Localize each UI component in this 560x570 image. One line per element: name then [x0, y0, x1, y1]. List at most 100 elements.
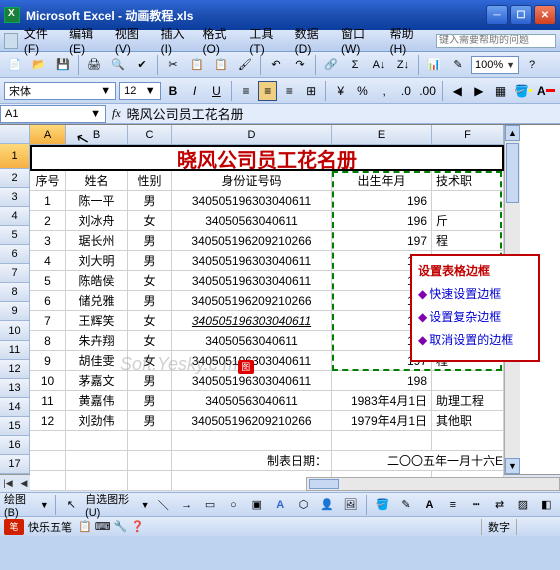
increase-indent-button[interactable]: ▶ — [470, 81, 489, 101]
row-header-1[interactable]: 1 — [0, 144, 30, 169]
col-header-b[interactable]: B — [66, 125, 128, 145]
italic-button[interactable]: I — [185, 81, 204, 101]
cell-seq[interactable]: 7 — [30, 311, 66, 331]
menu-tools[interactable]: 工具(T) — [249, 25, 282, 56]
font-color-button[interactable]: A — [536, 81, 556, 101]
title-cell[interactable]: 晓风公司员工花名册 — [30, 145, 504, 171]
cell-seq[interactable]: 8 — [30, 331, 66, 351]
header-title[interactable]: 技术职 — [432, 171, 504, 191]
close-button[interactable]: ✕ — [534, 5, 556, 25]
tooltip-item[interactable]: ◆快速设置边框 — [418, 285, 532, 302]
borders-button[interactable]: ▦ — [491, 81, 510, 101]
col-header-c[interactable]: C — [128, 125, 172, 145]
sort-asc-button[interactable]: A↓ — [368, 54, 390, 76]
cell-id[interactable]: 340505196303040611 — [172, 351, 332, 371]
cell-id[interactable]: 340505196303040611 — [172, 311, 332, 331]
footer-date[interactable]: 二〇〇五年一月十六E — [332, 451, 504, 471]
menu-format[interactable]: 格式(O) — [203, 25, 238, 56]
cell[interactable] — [128, 451, 172, 471]
cell-seq[interactable]: 11 — [30, 391, 66, 411]
cell-title[interactable]: 助理工程 — [432, 391, 504, 411]
cell[interactable] — [128, 431, 172, 451]
drawing-button[interactable]: ✎ — [447, 54, 469, 76]
shadow-button[interactable]: ▨ — [513, 494, 532, 516]
help-search-input[interactable] — [436, 34, 556, 48]
scroll-thumb[interactable] — [506, 143, 519, 203]
cell[interactable] — [128, 471, 172, 491]
col-header-d[interactable]: D — [172, 125, 332, 145]
cell-name[interactable]: 储兑雅 — [66, 291, 128, 311]
cell-seq[interactable]: 10 — [30, 371, 66, 391]
fx-icon[interactable]: fx — [112, 106, 121, 121]
cell-sex[interactable]: 男 — [128, 371, 172, 391]
cell-sex[interactable]: 男 — [128, 231, 172, 251]
cell-title[interactable] — [432, 371, 504, 391]
line-color-button[interactable]: ✎ — [396, 494, 415, 516]
row-header-17[interactable]: 17 — [0, 455, 30, 474]
row-header-7[interactable]: 7 — [0, 264, 30, 283]
tooltip-item[interactable]: ◆设置复杂边框 — [418, 308, 532, 325]
header-sex[interactable]: 性别 — [128, 171, 172, 191]
cut-button[interactable]: ✂ — [162, 54, 184, 76]
cell-sex[interactable]: 男 — [128, 191, 172, 211]
diagram-button[interactable]: ⬡ — [294, 494, 313, 516]
arrow-button[interactable]: → — [177, 494, 196, 516]
cell[interactable] — [172, 431, 332, 451]
cell-sex[interactable]: 男 — [128, 411, 172, 431]
row-header-2[interactable]: 2 — [0, 169, 30, 188]
merge-center-button[interactable]: ⊞ — [302, 81, 321, 101]
cell-seq[interactable]: 4 — [30, 251, 66, 271]
cell-sex[interactable]: 男 — [128, 291, 172, 311]
chart-button[interactable]: 📊 — [423, 54, 445, 76]
zoom-dropdown[interactable]: 100%▼ — [471, 56, 519, 74]
header-dob[interactable]: 出生年月 — [332, 171, 432, 191]
col-header-f[interactable]: F — [432, 125, 504, 145]
menu-help[interactable]: 帮助(H) — [390, 25, 424, 56]
row-header-5[interactable]: 5 — [0, 226, 30, 245]
cell-name[interactable]: 刘大明 — [66, 251, 128, 271]
cell-title[interactable]: 程 — [432, 231, 504, 251]
decrease-indent-button[interactable]: ◀ — [448, 81, 467, 101]
footer-label[interactable]: 制表日期： — [172, 451, 332, 471]
col-header-a[interactable]: A — [30, 125, 66, 145]
row-header-10[interactable]: 10 — [0, 321, 30, 340]
cell[interactable] — [432, 431, 504, 451]
cell-sex[interactable]: 男 — [128, 251, 172, 271]
menu-file[interactable]: 文件(F) — [24, 25, 57, 56]
clipart-button[interactable]: 👤 — [317, 494, 336, 516]
cell-id[interactable]: 34050563040611 — [172, 391, 332, 411]
scroll-up-button[interactable]: ▲ — [505, 125, 520, 141]
cell-id[interactable]: 340505196209210266 — [172, 291, 332, 311]
menu-window[interactable]: 窗口(W) — [341, 25, 378, 56]
font-name-dropdown[interactable]: 宋体▼ — [4, 82, 116, 100]
open-button[interactable]: 📂 — [28, 54, 50, 76]
cell-name[interactable]: 琚长州 — [66, 231, 128, 251]
cell-dob[interactable]: 1983年4月1日 — [332, 391, 432, 411]
autoshapes-menu[interactable]: 自选图形(U) — [85, 491, 137, 519]
cell-name[interactable]: 刘劲伟 — [66, 411, 128, 431]
cell-name[interactable]: 陈皓侯 — [66, 271, 128, 291]
dash-style-button[interactable]: ┅ — [467, 494, 486, 516]
sort-desc-button[interactable]: Z↓ — [392, 54, 414, 76]
fill-color-button[interactable]: 🪣 — [513, 81, 533, 101]
drawing-menu[interactable]: 绘图(B) — [4, 491, 36, 519]
ime-icon[interactable]: 笔 — [4, 519, 24, 535]
cell-id[interactable]: 340505196209210266 — [172, 231, 332, 251]
tab-first-button[interactable]: |◀ — [0, 476, 16, 492]
row-header-14[interactable]: 14 — [0, 398, 30, 417]
cell-id[interactable]: 340505196303040611 — [172, 251, 332, 271]
hscroll-thumb[interactable] — [309, 479, 339, 489]
undo-button[interactable]: ↶ — [265, 54, 287, 76]
percent-button[interactable]: % — [353, 81, 372, 101]
print-button[interactable]: 🖨 — [83, 54, 105, 76]
row-header-16[interactable]: 16 — [0, 436, 30, 455]
cell-sex[interactable]: 女 — [128, 351, 172, 371]
save-button[interactable]: 💾 — [52, 54, 74, 76]
cell-sex[interactable]: 女 — [128, 331, 172, 351]
workbook-icon[interactable] — [4, 33, 18, 49]
cell[interactable] — [332, 431, 432, 451]
copy-button[interactable]: 📋 — [186, 54, 208, 76]
cell-name[interactable]: 胡佳雯 — [66, 351, 128, 371]
select-all-corner[interactable] — [0, 125, 30, 144]
cell-seq[interactable]: 1 — [30, 191, 66, 211]
